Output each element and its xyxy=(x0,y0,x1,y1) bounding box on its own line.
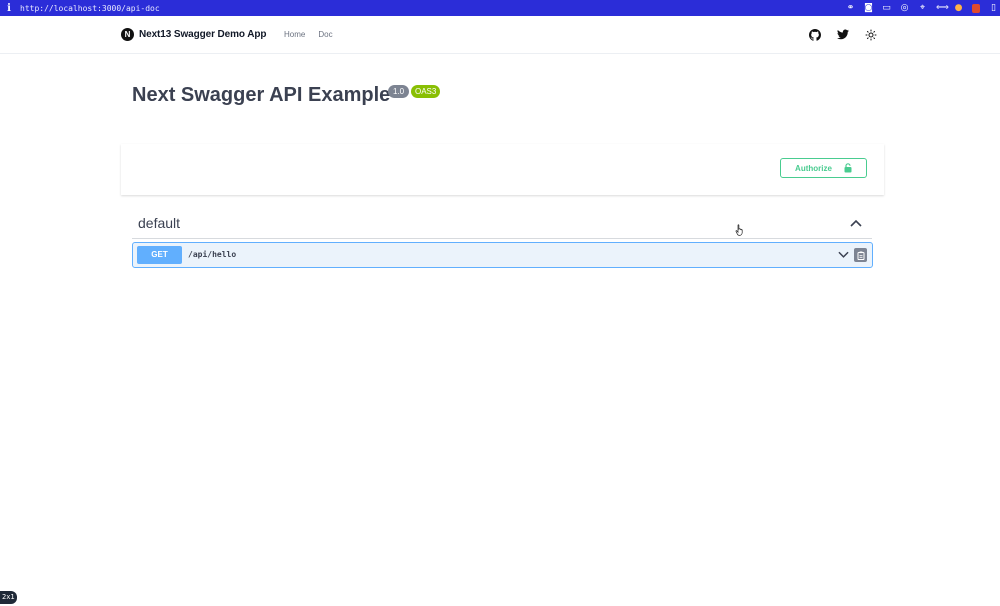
oas-badge: OAS3 xyxy=(411,85,441,98)
authorize-button[interactable]: Authorize xyxy=(780,158,867,178)
browser-extensions: ⚭ ◙ ▭ ◎ ⌖ ⟺ ● ▯ xyxy=(846,0,1000,16)
browser-url-bar: i http://localhost:3000/api-doc ⚭ ◙ ▭ ◎ … xyxy=(0,0,1000,16)
crosshair-icon[interactable]: ⌖ xyxy=(918,3,927,13)
twitter-icon[interactable] xyxy=(836,28,849,41)
site-info-icon[interactable]: i xyxy=(2,3,16,14)
extension-red-icon[interactable] xyxy=(972,3,980,13)
lock-icon xyxy=(844,163,852,173)
chevron-up-icon[interactable] xyxy=(850,218,862,228)
app-name: Next13 Swagger Demo App xyxy=(139,29,267,40)
chevron-down-icon[interactable] xyxy=(838,250,849,260)
nav-doc-link[interactable]: Doc xyxy=(318,30,332,39)
tag-name: default xyxy=(138,215,181,231)
copy-to-clipboard-button[interactable] xyxy=(854,248,867,262)
tag-section-header[interactable]: default xyxy=(132,212,872,239)
brand-link[interactable]: N Next13 Swagger Demo App xyxy=(121,28,266,41)
hand-cursor-icon xyxy=(735,224,743,236)
version-badge: 1.0 xyxy=(388,85,410,98)
url-text[interactable]: http://localhost:3000/api-doc xyxy=(20,4,160,13)
authorize-label: Authorize xyxy=(795,163,832,173)
operation-get-hello[interactable]: GET /api/hello xyxy=(132,242,873,268)
link-icon[interactable]: ⚭ xyxy=(846,3,855,13)
clipboard-icon xyxy=(857,251,864,260)
main-nav: Home Doc xyxy=(284,30,333,39)
globe-icon[interactable]: ◎ xyxy=(900,3,909,13)
page-title: Next Swagger API Example xyxy=(132,84,391,106)
header-icons xyxy=(808,28,877,41)
scheme-container: Authorize xyxy=(121,144,884,195)
github-icon[interactable] xyxy=(808,28,821,41)
card-icon[interactable]: ▭ xyxy=(882,3,891,13)
code-icon[interactable]: ⟺ xyxy=(936,3,949,13)
camera-icon[interactable]: ◙ xyxy=(864,3,873,13)
next-logo-icon: N xyxy=(121,28,134,41)
http-method-badge: GET xyxy=(137,246,182,264)
sidebar-icon[interactable]: ▯ xyxy=(989,3,998,13)
sun-icon[interactable] xyxy=(864,28,877,41)
app-header: N Next13 Swagger Demo App Home Doc xyxy=(0,16,1000,54)
palette-icon[interactable]: ● xyxy=(954,3,963,13)
nav-home-link[interactable]: Home xyxy=(284,30,305,39)
zoom-indicator: 2x1 xyxy=(0,591,17,604)
operation-path: /api/hello xyxy=(188,250,237,259)
